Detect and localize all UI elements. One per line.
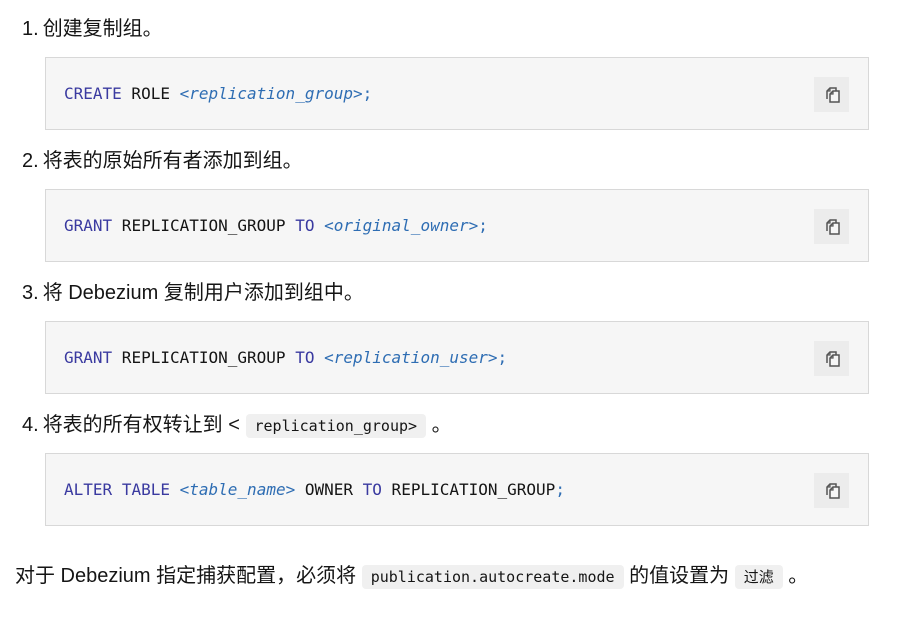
step-number: 3. — [22, 282, 39, 304]
code-block-2: GRANT REPLICATION_GROUP TO <original_own… — [45, 189, 869, 262]
copy-icon — [825, 350, 840, 367]
step-text-end: 。 — [431, 414, 452, 436]
config-note-paragraph: 对于 Debezium 指定捕获配置，必须将 publication.autoc… — [15, 559, 865, 594]
semicolon: ; — [497, 348, 508, 367]
paragraph-text: 。 — [788, 565, 809, 587]
inline-code: replication_group> — [245, 414, 427, 438]
step-number: 2. — [22, 150, 39, 172]
step-text: 创建复制组。 — [42, 18, 163, 40]
keyword: ALTER — [64, 480, 113, 499]
step-1-title: 1. 创建复制组。 — [22, 15, 163, 43]
code-block-4: ALTER TABLE <table_name> OWNER TO REPLIC… — [45, 453, 869, 526]
keyword: GRANT — [64, 348, 113, 367]
step-text: 将 Debezium 复制用户添加到组中。 — [42, 282, 364, 304]
step-2-title: 2. 将表的原始所有者添加到组。 — [22, 147, 303, 175]
code-text: OWNER — [295, 480, 363, 499]
keyword: CREATE — [64, 84, 122, 103]
code-block-1: CREATE ROLE <replication_group>; — [45, 57, 869, 130]
step-number: 1. — [22, 18, 39, 40]
step-text: 将表的原始所有者添加到组。 — [42, 150, 303, 172]
copy-button[interactable] — [814, 473, 849, 508]
code-text: REPLICATION_GROUP — [381, 480, 556, 499]
keyword: GRANT — [64, 216, 113, 235]
code-line: GRANT REPLICATION_GROUP TO <original_own… — [64, 216, 488, 236]
keyword: TABLE — [121, 480, 170, 499]
code-line: GRANT REPLICATION_GROUP TO <replication_… — [64, 348, 507, 368]
semicolon: ; — [362, 84, 373, 103]
keyword: TO — [295, 348, 315, 367]
code-block-3: GRANT REPLICATION_GROUP TO <replication_… — [45, 321, 869, 394]
copy-button[interactable] — [814, 77, 849, 112]
keyword: TO — [362, 480, 382, 499]
keyword: TO — [295, 216, 315, 235]
paragraph-text: 的值设置为 — [623, 565, 735, 587]
placeholder: <original_owner> — [324, 216, 479, 235]
copy-button[interactable] — [814, 341, 849, 376]
code-text: REPLICATION_GROUP — [112, 216, 296, 235]
code-text: REPLICATION_GROUP — [112, 348, 296, 367]
placeholder: <table_name> — [179, 480, 296, 499]
placeholder: <replication_group> — [179, 84, 363, 103]
copy-icon — [825, 86, 840, 103]
copy-icon — [825, 482, 840, 499]
copy-icon — [825, 218, 840, 235]
step-number: 4. — [22, 414, 39, 436]
semicolon: ; — [555, 480, 565, 499]
semicolon: ; — [478, 216, 488, 235]
copy-button[interactable] — [814, 209, 849, 244]
code-line: ALTER TABLE <table_name> OWNER TO REPLIC… — [64, 480, 565, 500]
code-line: CREATE ROLE <replication_group>; — [64, 84, 372, 104]
step-text: 将表的所有权转让到 < — [42, 414, 240, 436]
code-text: ROLE — [121, 84, 180, 103]
step-4-title: 4. 将表的所有权转让到 < replication_group> 。 — [22, 411, 452, 440]
paragraph-text: 对于 Debezium 指定捕获配置，必须将 — [15, 565, 362, 587]
inline-code: 过滤 — [734, 565, 783, 589]
placeholder: <replication_user> — [324, 348, 498, 367]
inline-code: publication.autocreate.mode — [361, 565, 624, 589]
step-3-title: 3. 将 Debezium 复制用户添加到组中。 — [22, 279, 364, 307]
